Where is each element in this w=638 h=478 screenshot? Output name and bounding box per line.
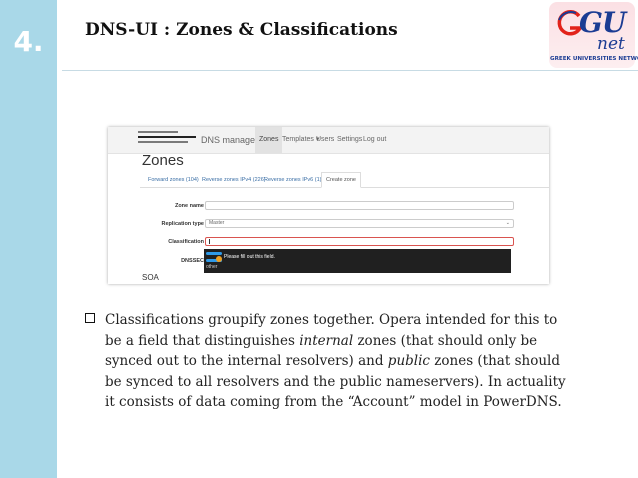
slide-number: 4. — [13, 24, 44, 58]
tab-reverse-ipv4[interactable]: Reverse zones IPv4 (226) — [202, 173, 266, 187]
side-accent-bar — [0, 0, 57, 478]
soa-heading: SOA — [142, 273, 159, 282]
app-screenshot: DNS management Zones Templates ▾ Users S… — [108, 127, 549, 284]
nav-item-logout[interactable]: Log out — [363, 127, 386, 153]
replication-type-label: Replication type — [161, 221, 204, 227]
chevron-down-icon: ⌄ — [505, 220, 510, 226]
classification-label: Classification — [168, 239, 204, 245]
nav-item-templates[interactable]: Templates ▾ — [282, 127, 319, 153]
title-divider — [62, 70, 638, 71]
zone-name-label: Zone name — [174, 203, 204, 209]
zone-tabs: Forward zones (104) Reverse zones IPv4 (… — [140, 172, 549, 188]
classification-input[interactable] — [205, 237, 514, 246]
bullet-text: Classifications groupify zones together.… — [105, 310, 575, 413]
checkbox-bullet-icon — [85, 313, 95, 323]
nav-item-settings[interactable]: Settings — [337, 127, 362, 153]
tab-reverse-ipv6[interactable]: Reverse zones IPv6 (1) — [264, 173, 321, 187]
replication-type-select[interactable]: Master ⌄ — [205, 219, 514, 228]
dnssec-label: DNSSEC — [181, 258, 204, 264]
tab-forward-zones[interactable]: Forward zones (104) — [148, 173, 199, 187]
logo-tagline: GREEK UNIVERSITIES NETWORK — [550, 56, 638, 62]
logo-suffix-text: net — [597, 34, 625, 54]
page-title: Zones — [142, 152, 184, 169]
slide-title: DNS-UI : Zones & Classifications — [85, 20, 398, 40]
warning-icon — [216, 256, 222, 262]
autocomplete-option-bar[interactable] — [206, 252, 222, 255]
validation-tooltip: Please fill out this field. other — [204, 249, 511, 273]
text-cursor — [209, 239, 210, 244]
tooltip-message: Please fill out this field. — [224, 254, 275, 260]
zone-name-input[interactable] — [205, 201, 514, 210]
gunet-logo: GU net GREEK UNIVERSITIES NETWORK — [549, 2, 638, 68]
app-navbar: DNS management Zones Templates ▾ Users S… — [108, 127, 549, 154]
autocomplete-option-other[interactable]: other — [206, 264, 217, 270]
bullet-emphasis-internal: internal — [299, 332, 354, 349]
replication-type-value: Master — [209, 220, 225, 226]
bullet-emphasis-public: public — [387, 353, 430, 369]
nav-item-zones[interactable]: Zones — [255, 127, 283, 153]
nav-item-users[interactable]: Users — [316, 127, 334, 153]
tab-create-zone[interactable]: Create zone — [321, 172, 361, 188]
app-brand-logo — [138, 131, 198, 149]
